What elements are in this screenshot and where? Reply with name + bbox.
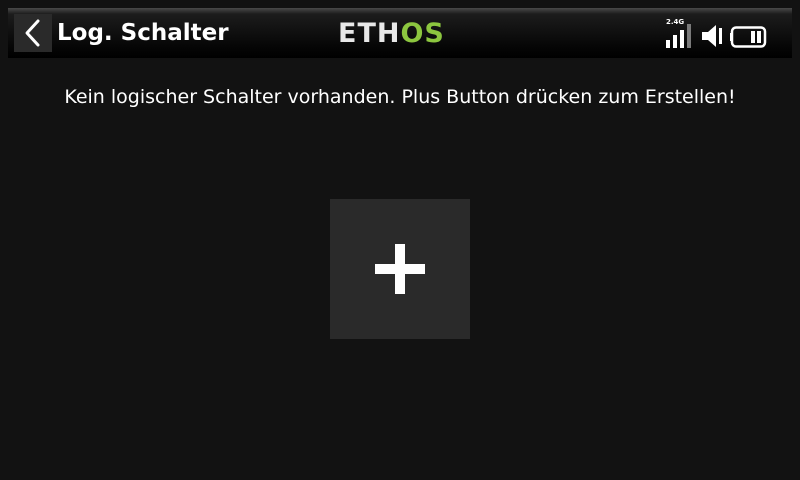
add-logic-switch-button[interactable] <box>330 199 470 339</box>
title-bar: Log. Schalter ETHOS 2.4G <box>8 8 792 58</box>
logo-text-eth: ETH <box>338 18 401 49</box>
chevron-left-icon <box>25 19 40 47</box>
logic-switches-screen: Log. Schalter ETHOS 2.4G Kein logischer … <box>0 0 800 480</box>
empty-state-message: Kein logischer Schalter vorhanden. Plus … <box>64 86 736 108</box>
logo-text-os: OS <box>400 18 445 49</box>
status-area: 2.4G <box>662 16 782 52</box>
battery-icon <box>730 26 767 48</box>
page-title: Log. Schalter <box>57 20 229 46</box>
plus-icon <box>375 244 425 294</box>
speaker-icon <box>702 25 722 47</box>
ethos-logo: ETHOS <box>338 19 445 49</box>
signal-bars-icon <box>666 24 691 48</box>
back-button[interactable] <box>14 14 52 52</box>
